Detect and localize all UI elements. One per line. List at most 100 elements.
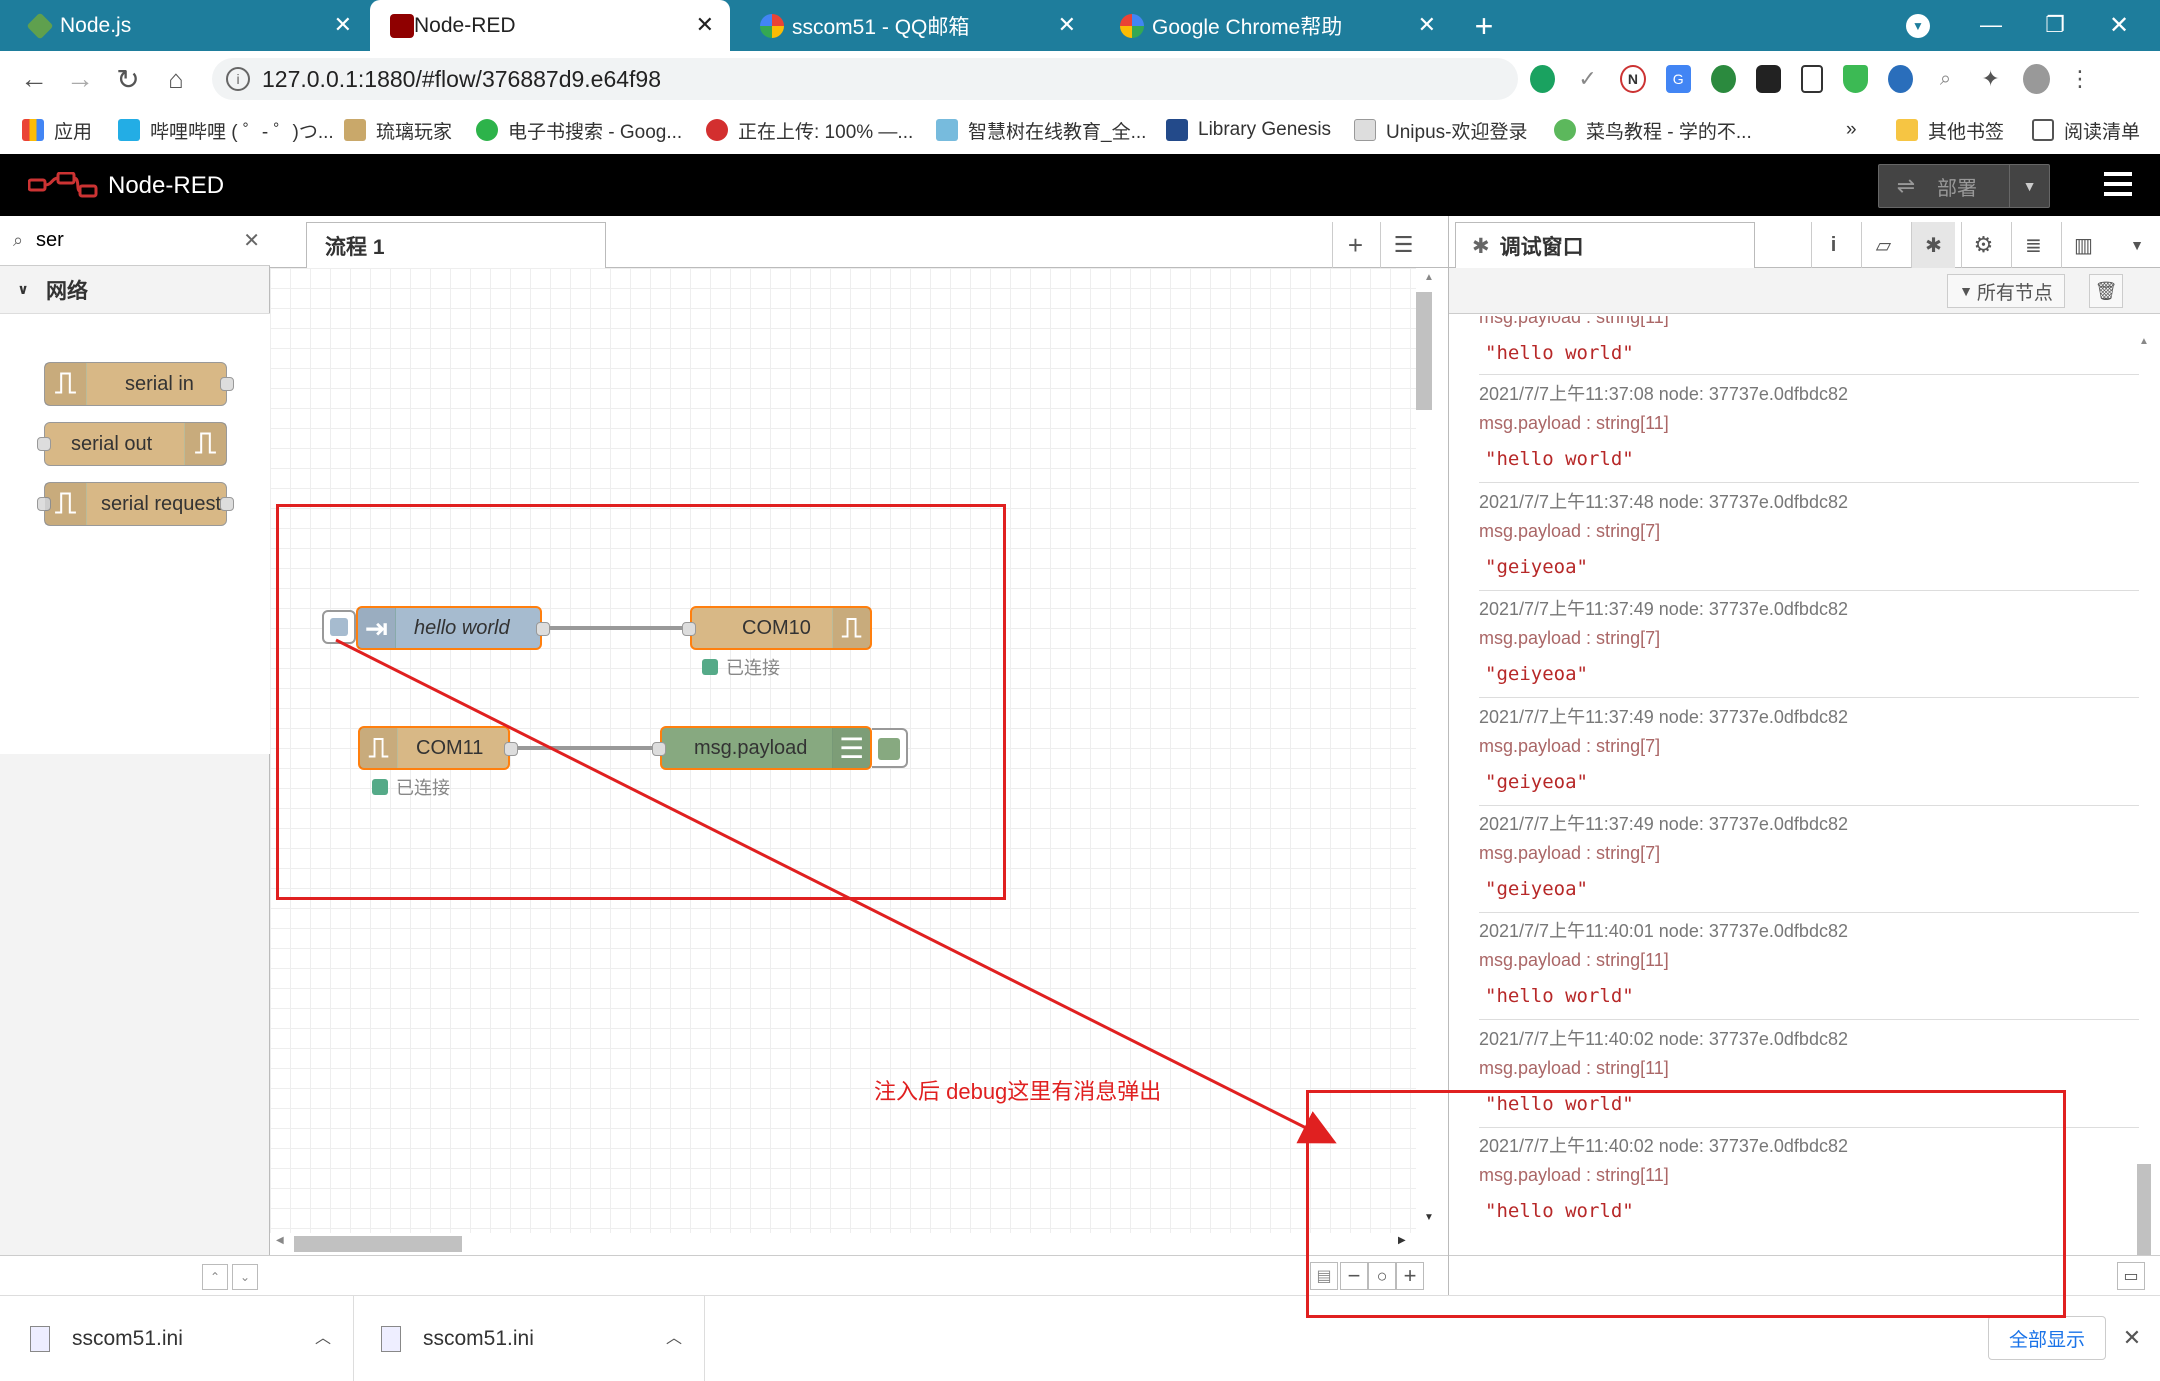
deploy-menu-icon[interactable]: ▼: [2009, 165, 2049, 207]
tab-debug[interactable]: ✱ 调试窗口: [1455, 222, 1755, 269]
message-type: msg.payload : string[7]: [1479, 627, 1661, 648]
scroll-up-icon[interactable]: ▲: [1424, 272, 1434, 283]
collapse-all-icon[interactable]: ⌃: [202, 1264, 228, 1290]
filter-icon: ▼: [1959, 283, 1973, 299]
bookmark-item[interactable]: 菜鸟教程 - 学的不...: [1554, 106, 1752, 154]
ni-extension-icon[interactable]: N: [1620, 65, 1646, 93]
main-menu-icon[interactable]: [2104, 172, 2132, 196]
message-meta: 2021/7/7上午11:37:08 node: 37737e.0dfbdc82: [1479, 384, 1848, 404]
bookmark-item[interactable]: 哔哩哔哩 ( ゜- ゜)つ...: [118, 106, 334, 154]
tab-title: sscom51 - QQ邮箱: [792, 15, 970, 39]
info-icon[interactable]: i: [226, 67, 250, 91]
address-bar[interactable]: i 127.0.0.1:1880/#flow/376887d9.e64f98: [212, 58, 1518, 100]
browser-tab[interactable]: Google Chrome帮助 ✕: [1092, 0, 1452, 51]
bookmark-item[interactable]: Unipus-欢迎登录: [1354, 106, 1527, 154]
close-tab-icon[interactable]: ✕: [334, 12, 352, 38]
filter-button[interactable]: ▼ 所有节点: [1947, 274, 2065, 308]
show-all-downloads-button[interactable]: 全部显示: [1988, 1316, 2106, 1360]
bookmark-item[interactable]: Library Genesis: [1166, 106, 1331, 154]
more-menu-icon[interactable]: ⋮: [2069, 65, 2091, 93]
bug-tab-icon[interactable]: ✱: [1911, 222, 1955, 268]
info-icon[interactable]: i: [1811, 222, 1855, 268]
debug-message[interactable]: 2021/7/7上午11:37:49 node: 37737e.0dfbdc82…: [1479, 808, 2139, 913]
bookmark-label: Unipus-欢迎登录: [1386, 121, 1528, 143]
deploy-button[interactable]: ⇌ 部署 ▼: [1878, 164, 2050, 208]
database-icon[interactable]: ≣: [2011, 222, 2055, 268]
bookmark-item[interactable]: 电子书搜索 - Goog...: [476, 106, 682, 154]
debug-message[interactable]: 2021/7/7上午11:37:48 node: 37737e.0dfbdc82…: [1479, 486, 2139, 591]
tampermonkey-extension-icon[interactable]: [1755, 65, 1781, 93]
mask-extension-icon[interactable]: [1887, 65, 1913, 93]
debug-message[interactable]: 2021/7/7上午11:37:49 node: 37737e.0dfbdc82…: [1479, 701, 2139, 806]
tab-flow-1[interactable]: 流程 1: [306, 222, 606, 269]
globe-extension-icon[interactable]: [1710, 65, 1736, 93]
close-downloads-icon[interactable]: ✕: [2118, 1324, 2146, 1352]
close-tab-icon[interactable]: ✕: [1058, 12, 1076, 38]
back-icon[interactable]: ←: [18, 63, 50, 95]
gear-icon[interactable]: ⚙: [1961, 222, 2005, 268]
shield-extension-icon[interactable]: [1842, 65, 1868, 93]
tab-search-icon[interactable]: ▼: [1906, 14, 1930, 38]
expand-all-icon[interactable]: ⌄: [232, 1264, 258, 1290]
bookmark-item[interactable]: 琉璃玩家: [344, 106, 452, 154]
add-flow-icon[interactable]: +: [1332, 222, 1378, 268]
palette-category[interactable]: ∨ 网络: [0, 266, 270, 314]
palette-node-serial-request[interactable]: ⎍ serial request: [37, 482, 234, 526]
palette-search[interactable]: ⌕ ✕: [0, 216, 270, 266]
scroll-up-icon[interactable]: ▲: [2139, 336, 2149, 347]
scroll-thumb[interactable]: [294, 1236, 462, 1252]
reload-icon[interactable]: ↻: [112, 63, 144, 95]
horizontal-scrollbar[interactable]: ◀ ▶: [270, 1233, 1416, 1255]
sidebar-scrollbar[interactable]: ▲: [2135, 336, 2155, 1354]
profile-avatar[interactable]: [2023, 64, 2050, 94]
bookmark-item[interactable]: 智慧树在线教育_全...: [936, 106, 1146, 154]
new-tab-icon[interactable]: +: [1466, 8, 1502, 44]
chevron-up-icon[interactable]: ︿: [666, 1324, 682, 1348]
bookmarks-overflow[interactable]: »: [1846, 106, 1857, 154]
close-tab-icon[interactable]: ✕: [696, 12, 714, 38]
puzzle-extensions-icon[interactable]: ✦: [1978, 65, 2003, 93]
debug-message[interactable]: 2021/7/7上午11:37:08 node: 37737e.0dfbdc82…: [1479, 378, 2139, 483]
browser-tab[interactable]: Node.js ✕: [0, 0, 368, 51]
close-tab-icon[interactable]: ✕: [1418, 12, 1436, 38]
chevron-up-icon[interactable]: ︿: [315, 1324, 331, 1348]
clear-search-icon[interactable]: ✕: [243, 228, 260, 253]
search-extension-icon[interactable]: ⌕: [1933, 65, 1958, 93]
bookmark-item[interactable]: 正在上传: 100% —...: [706, 106, 913, 154]
forward-icon[interactable]: →: [64, 63, 96, 95]
debug-message[interactable]: 2021/7/7上午11:37:49 node: 37737e.0dfbdc82…: [1479, 593, 2139, 698]
serial-icon: ⎍: [45, 483, 87, 525]
home-icon[interactable]: ⌂: [160, 63, 192, 95]
reading-list[interactable]: 阅读清单: [2032, 106, 2140, 154]
other-bookmarks[interactable]: 其他书签: [1896, 106, 2004, 154]
dashboard-chart-icon[interactable]: ▥: [2061, 222, 2105, 268]
palette-search-input[interactable]: [36, 229, 216, 252]
download-item[interactable]: sscom51.ini ︿: [355, 1296, 705, 1381]
translate-extension-icon[interactable]: G: [1665, 65, 1691, 93]
message-meta: 2021/7/7上午11:40:01 node: 37737e.0dfbdc82: [1479, 921, 1848, 941]
palette-node-serial-in[interactable]: ⎍ serial in: [44, 362, 234, 406]
sidebar-menu-icon[interactable]: ▼: [2119, 222, 2155, 268]
check-extension-icon[interactable]: ✓: [1575, 65, 1600, 93]
evernote-extension-icon[interactable]: [1530, 65, 1556, 93]
debug-message[interactable]: 2021/7/7上午11:40:01 node: 37737e.0dfbdc82…: [1479, 915, 2139, 1020]
minimize-icon[interactable]: —: [1976, 10, 2006, 40]
flow-list-icon[interactable]: ☰: [1380, 222, 1426, 268]
scroll-thumb[interactable]: [1416, 292, 1432, 410]
scroll-left-icon[interactable]: ◀: [276, 1235, 284, 1246]
download-item[interactable]: sscom51.ini ︿: [0, 1296, 354, 1381]
restore-icon[interactable]: ❐: [2040, 10, 2070, 40]
browser-tab-active[interactable]: Node-RED ✕: [370, 0, 730, 51]
monitor-icon[interactable]: ▭: [2117, 1262, 2145, 1290]
browser-tab[interactable]: sscom51 - QQ邮箱 ✕: [732, 0, 1092, 51]
tab-title: Google Chrome帮助: [1152, 15, 1343, 39]
trash-icon[interactable]: 🗑: [2089, 274, 2123, 308]
download-filename: sscom51.ini: [72, 1326, 183, 1350]
bookmark-item[interactable]: 应用: [22, 106, 92, 154]
book-icon[interactable]: ▱: [1861, 222, 1905, 268]
palette-node-serial-out[interactable]: serial out ⎍: [37, 422, 227, 466]
vertical-scrollbar[interactable]: ▲ ▼: [1416, 268, 1448, 1233]
close-window-icon[interactable]: ✕: [2104, 10, 2134, 40]
debug-message[interactable]: msg.payload : string[11] "hello world": [1479, 316, 2139, 375]
clipboard-extension-icon[interactable]: [1800, 65, 1823, 93]
